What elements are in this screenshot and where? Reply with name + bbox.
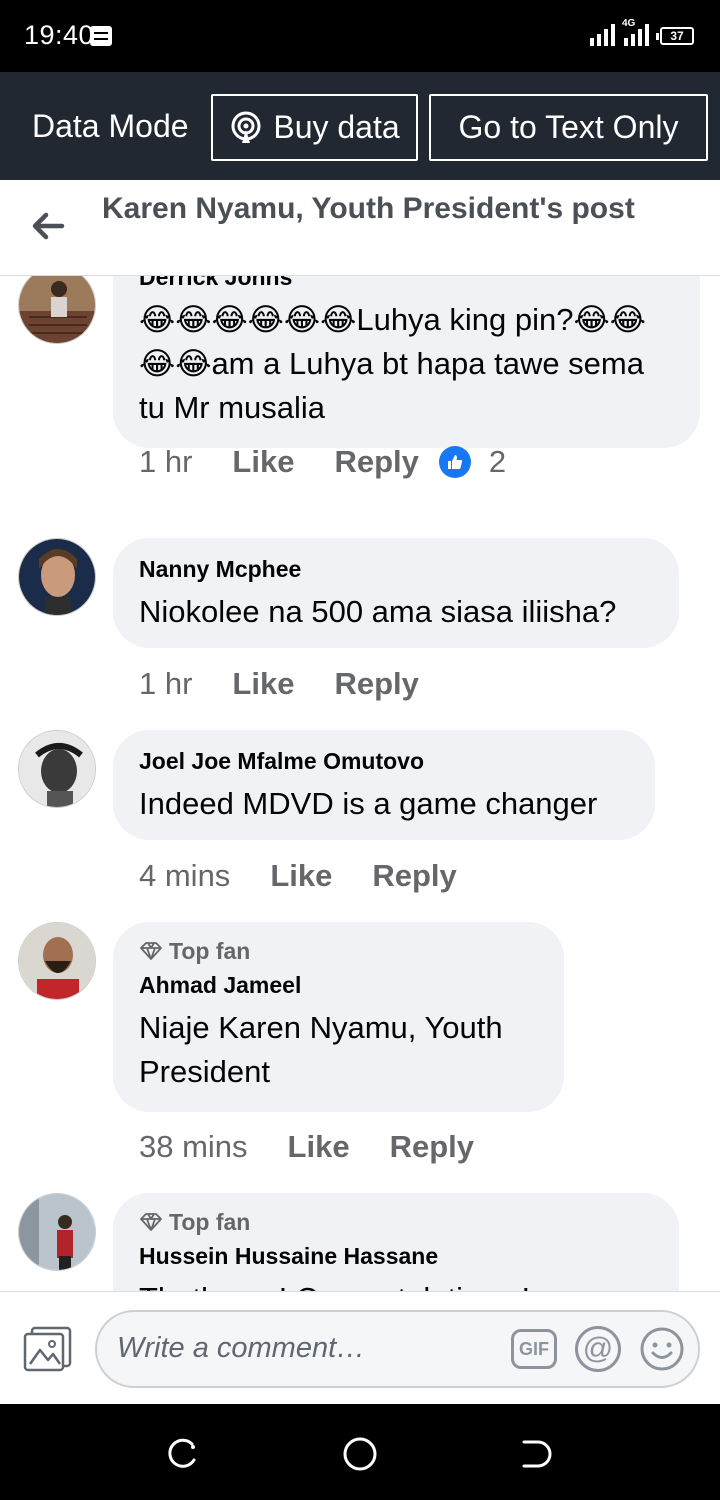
comment-bubble: Top fan Ahmad Jameel Niaje Karen Nyamu, …: [113, 922, 564, 1112]
comment-author[interactable]: Derrick Johns: [139, 276, 674, 292]
comment-actions: 38 mins Like Reply: [139, 1127, 514, 1167]
smile-icon[interactable]: [639, 1326, 685, 1372]
comment-actions: 1 hr Like Reply 2: [139, 442, 506, 482]
avatar[interactable]: [18, 276, 96, 344]
comment-list[interactable]: Derrick Johns 😂😂😂😂😂😂Luhya king pin?😂😂😂😂a…: [0, 276, 720, 1291]
at-icon[interactable]: @: [575, 1326, 621, 1372]
text-only-label: Go to Text Only: [458, 109, 679, 145]
reply-button[interactable]: Reply: [390, 1129, 474, 1165]
avatar[interactable]: [18, 1193, 96, 1271]
comment-time[interactable]: 38 mins: [139, 1129, 248, 1165]
reply-button[interactable]: Reply: [334, 666, 418, 702]
comment-bubble: Top fan Hussein Hussaine Hassane Thatha …: [113, 1193, 679, 1291]
reply-button[interactable]: Reply: [372, 858, 456, 894]
top-fan-label: Top fan: [169, 938, 251, 964]
status-time: 19:40: [24, 20, 95, 50]
comment-actions: 4 mins Like Reply: [139, 856, 497, 896]
recent-apps-icon[interactable]: [164, 1434, 204, 1474]
comment-author[interactable]: Ahmad Jameel: [139, 970, 538, 1000]
top-fan-badge: Top fan: [139, 936, 538, 966]
signal-icon: [590, 22, 615, 46]
comment-text: Niokolee na 500 ama siasa iliisha?: [139, 594, 617, 629]
post-header: Karen Nyamu, Youth President's post: [0, 180, 720, 276]
message-notification-icon: [90, 26, 112, 46]
comment-author[interactable]: Hussein Hussaine Hassane: [139, 1241, 653, 1271]
top-fan-label: Top fan: [169, 1209, 251, 1235]
buy-data-label: Buy data: [273, 109, 400, 145]
signal-icon-secondary: [624, 22, 649, 46]
status-bar: 19:40 4G 37: [0, 0, 720, 72]
photo-icon[interactable]: [22, 1326, 74, 1372]
reaction-count[interactable]: 2: [489, 444, 506, 480]
like-button[interactable]: Like: [270, 858, 332, 894]
comment-time[interactable]: 1 hr: [139, 444, 192, 480]
reply-button[interactable]: Reply: [334, 444, 418, 480]
comment-composer: Write a comment… GIF @: [0, 1291, 720, 1404]
data-mode-bar: Data Mode Buy data Go to Text Only: [0, 72, 720, 180]
back-nav-icon[interactable]: [516, 1434, 556, 1474]
avatar[interactable]: [18, 730, 96, 808]
text-only-button[interactable]: Go to Text Only: [429, 94, 708, 161]
battery-icon: 37: [656, 27, 694, 45]
like-button[interactable]: Like: [232, 444, 294, 480]
comment-time[interactable]: 1 hr: [139, 666, 192, 702]
diamond-icon: [140, 1213, 162, 1231]
system-nav-bar: [0, 1404, 720, 1500]
data-mode-label: Data Mode: [32, 108, 189, 144]
comment-bubble: Nanny Mcphee Niokolee na 500 ama siasa i…: [113, 538, 679, 648]
comment-text: Indeed MDVD is a game changer: [139, 786, 598, 821]
comment-bubble: Derrick Johns 😂😂😂😂😂😂Luhya king pin?😂😂😂😂a…: [113, 276, 700, 448]
broadcast-icon: [231, 111, 261, 143]
comment-actions: 1 hr Like Reply: [139, 664, 459, 704]
comment-text: Thatha ... ! Congratulations !: [139, 1277, 653, 1291]
comment-time[interactable]: 4 mins: [139, 858, 230, 894]
comment-bubble: Joel Joe Mfalme Omutovo Indeed MDVD is a…: [113, 730, 655, 840]
home-icon[interactable]: [340, 1434, 380, 1474]
top-fan-badge: Top fan: [139, 1207, 653, 1237]
arrow-left-icon[interactable]: [28, 206, 68, 246]
avatar[interactable]: [18, 922, 96, 1000]
comment-placeholder: Write a comment…: [117, 1332, 366, 1364]
gif-icon[interactable]: GIF: [511, 1329, 557, 1369]
comment-text: 😂😂😂😂😂😂Luhya king pin?😂😂😂😂am a Luhya bt h…: [139, 302, 646, 425]
diamond-icon: [140, 942, 162, 960]
comment-author[interactable]: Nanny Mcphee: [139, 554, 653, 584]
avatar[interactable]: [18, 538, 96, 616]
thumbs-up-icon[interactable]: [438, 446, 471, 478]
comment-text: Niaje Karen Nyamu, Youth President: [139, 1010, 503, 1089]
like-button[interactable]: Like: [232, 666, 294, 702]
page-title: Karen Nyamu, Youth President's post: [102, 192, 635, 225]
comment-author[interactable]: Joel Joe Mfalme Omutovo: [139, 746, 629, 776]
comment-input[interactable]: Write a comment… GIF @: [95, 1310, 700, 1388]
buy-data-button[interactable]: Buy data: [211, 94, 418, 161]
like-button[interactable]: Like: [288, 1129, 350, 1165]
